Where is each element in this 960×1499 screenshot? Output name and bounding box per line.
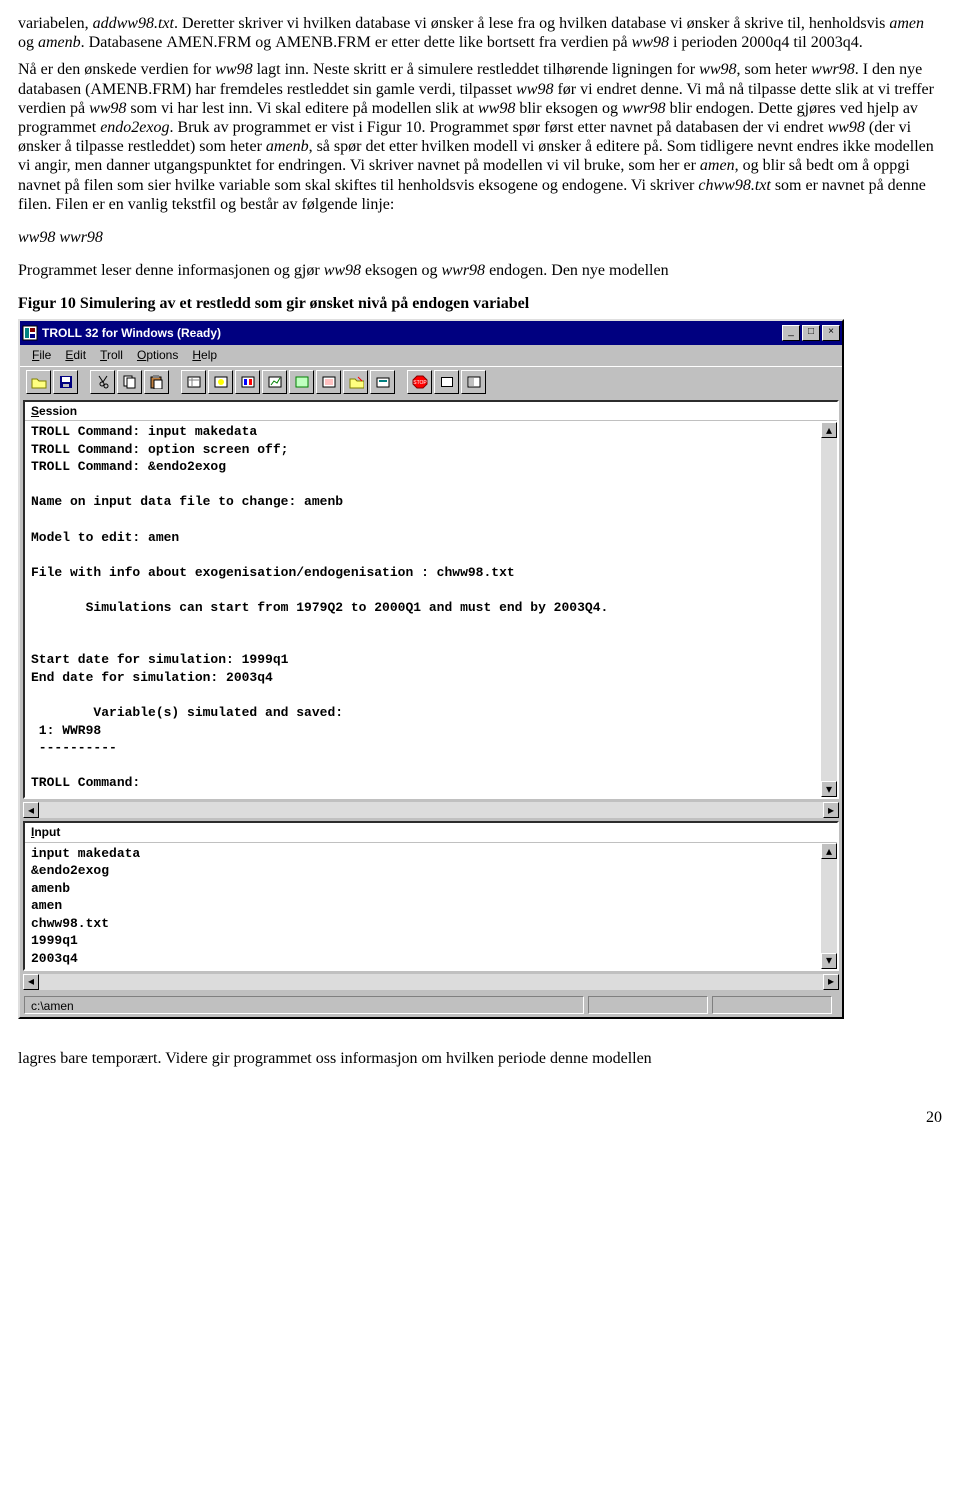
svg-text:STOP: STOP <box>413 380 427 386</box>
scroll-left-icon[interactable]: ◂ <box>23 802 39 818</box>
open-button[interactable] <box>26 370 51 394</box>
status-cell-2 <box>588 996 708 1014</box>
status-path: c:\amen <box>24 996 584 1014</box>
scroll-up-icon[interactable]: ▴ <box>821 422 837 438</box>
paste-button[interactable] <box>144 370 169 394</box>
paragraph-2: Nå er den ønskede verdien for ww98 lagt … <box>18 60 942 214</box>
tool-8[interactable] <box>370 370 395 394</box>
cut-button[interactable] <box>90 370 115 394</box>
paragraph-4: lagres bare temporært. Videre gir progra… <box>18 1049 942 1068</box>
input-label: Input <box>25 823 837 842</box>
stop-button[interactable]: STOP <box>407 370 432 394</box>
tool-7[interactable] <box>343 370 368 394</box>
tool-3[interactable] <box>235 370 260 394</box>
maximize-button[interactable]: □ <box>802 325 820 341</box>
page-number: 20 <box>18 1108 942 1127</box>
troll-window: TROLL 32 for Windows (Ready) _ □ × File E… <box>18 319 844 1018</box>
status-cell-3 <box>712 996 832 1014</box>
app-icon <box>22 325 38 341</box>
menubar: File Edit Troll Options Help <box>20 345 842 365</box>
figure-caption: Figur 10 Simulering av et restledd som g… <box>18 294 942 313</box>
session-label: Session <box>25 402 837 421</box>
session-hscroll[interactable]: ◂ ▸ <box>23 802 839 818</box>
tool-10[interactable] <box>461 370 486 394</box>
menu-file[interactable]: File <box>32 348 51 362</box>
input-area[interactable]: input makedata &endo2exog amenb amen chw… <box>25 843 837 969</box>
scroll-right-icon[interactable]: ▸ <box>823 802 839 818</box>
input-vscroll[interactable]: ▴ ▾ <box>821 843 837 968</box>
scroll-up-icon[interactable]: ▴ <box>821 843 837 859</box>
menu-options[interactable]: Options <box>137 348 178 362</box>
tool-6[interactable] <box>316 370 341 394</box>
session-output: TROLL Command: input makedata TROLL Comm… <box>25 421 837 797</box>
session-vscroll[interactable]: ▴ ▾ <box>821 422 837 797</box>
paragraph-1: variabelen, addww98.txt. Deretter skrive… <box>18 14 942 52</box>
menu-help[interactable]: Help <box>192 348 217 362</box>
close-button[interactable]: × <box>822 325 840 341</box>
scroll-left-icon[interactable]: ◂ <box>23 974 39 990</box>
scroll-right-icon[interactable]: ▸ <box>823 974 839 990</box>
scroll-down-icon[interactable]: ▾ <box>821 953 837 969</box>
menu-edit[interactable]: Edit <box>65 348 86 362</box>
statusbar: c:\amen <box>20 993 842 1017</box>
input-pane: Input input makedata &endo2exog amenb am… <box>23 821 839 970</box>
copy-button[interactable] <box>117 370 142 394</box>
tool-9[interactable] <box>434 370 459 394</box>
input-hscroll[interactable]: ◂ ▸ <box>23 974 839 990</box>
scroll-down-icon[interactable]: ▾ <box>821 781 837 797</box>
tool-5[interactable] <box>289 370 314 394</box>
paragraph-3: Programmet leser denne informasjonen og … <box>18 261 942 280</box>
code-line: ww98 wwr98 <box>18 228 942 247</box>
session-pane: Session TROLL Command: input makedata TR… <box>23 400 839 799</box>
tool-1[interactable] <box>181 370 206 394</box>
tool-4[interactable] <box>262 370 287 394</box>
window-title: TROLL 32 for Windows (Ready) <box>42 326 780 340</box>
tool-2[interactable] <box>208 370 233 394</box>
minimize-button[interactable]: _ <box>782 325 800 341</box>
save-button[interactable] <box>53 370 78 394</box>
titlebar[interactable]: TROLL 32 for Windows (Ready) _ □ × <box>20 321 842 345</box>
toolbar: STOP <box>20 366 842 397</box>
menu-troll[interactable]: Troll <box>100 348 123 362</box>
